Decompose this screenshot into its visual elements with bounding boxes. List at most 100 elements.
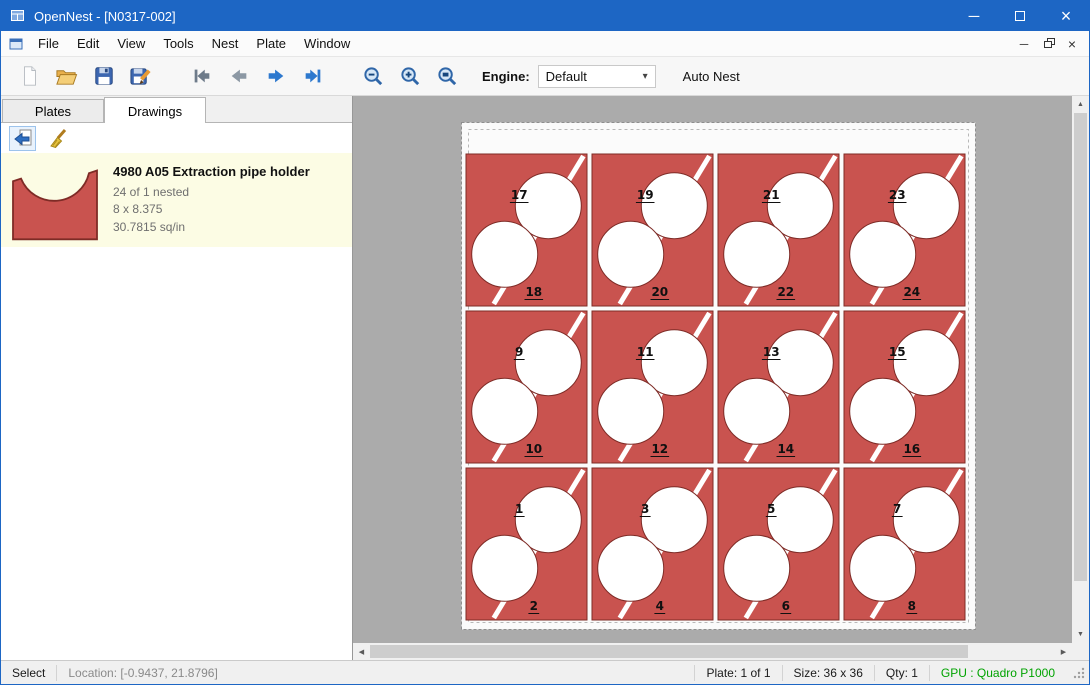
nest-cell[interactable]: 1112 xyxy=(592,311,713,463)
menu-item-window[interactable]: Window xyxy=(295,31,359,56)
mdi-restore-button[interactable] xyxy=(1036,33,1060,55)
zoom-in-button[interactable] xyxy=(392,60,429,92)
drawings-list xyxy=(1,247,352,660)
drawing-list-item[interactable]: 4980 A05 Extraction pipe holder 24 of 1 … xyxy=(1,153,352,247)
nest-canvas[interactable]: 171819202122232491011121314151612345678 … xyxy=(353,96,1089,660)
menubar: File Edit View Tools Nest Plate Window ─… xyxy=(1,31,1089,57)
go-next-icon xyxy=(265,65,287,87)
clean-button[interactable] xyxy=(44,126,71,151)
part-number: 6 xyxy=(782,599,790,613)
status-gpu: GPU : Quadro P1000 xyxy=(930,666,1066,680)
go-previous-icon xyxy=(228,65,250,87)
nest-cell[interactable]: 34 xyxy=(592,468,713,620)
new-button[interactable] xyxy=(11,60,48,92)
part-number: 24 xyxy=(903,285,920,299)
drawing-title: 4980 A05 Extraction pipe holder xyxy=(113,164,310,179)
hscroll-left-button[interactable]: ◀ xyxy=(353,643,370,660)
part-number: 7 xyxy=(893,502,901,516)
app-icon xyxy=(10,8,26,24)
window-title: OpenNest - [N0317-002] xyxy=(34,9,176,24)
maximize-icon xyxy=(1015,11,1025,21)
engine-combobox[interactable]: Default ▾ xyxy=(538,65,656,88)
mdi-restore-icon xyxy=(1044,38,1055,49)
menu-item-tools[interactable]: Tools xyxy=(154,31,202,56)
part-number: 20 xyxy=(651,285,668,299)
left-panel: Plates Drawings xyxy=(1,96,353,660)
part-number: 22 xyxy=(777,285,794,299)
part-number: 23 xyxy=(889,188,906,202)
part-number: 11 xyxy=(637,345,654,359)
combo-arrow-icon: ▾ xyxy=(643,71,648,82)
nest-cell[interactable]: 1718 xyxy=(466,154,587,306)
mdi-close-button[interactable]: × xyxy=(1060,33,1084,55)
save-button[interactable] xyxy=(85,60,122,92)
drawing-size: 8 x 8.375 xyxy=(113,201,310,218)
part-number: 3 xyxy=(641,502,649,516)
nest-cell[interactable]: 78 xyxy=(844,468,965,620)
status-qty: Qty: 1 xyxy=(875,666,929,680)
horizontal-scrollbar[interactable]: ◀ ▶ xyxy=(353,643,1072,660)
go-previous-button[interactable] xyxy=(220,60,257,92)
nest-cell[interactable]: 12 xyxy=(466,468,587,620)
save-edit-icon xyxy=(129,65,152,88)
tab-plates[interactable]: Plates xyxy=(2,99,104,122)
go-next-button[interactable] xyxy=(257,60,294,92)
menu-item-view[interactable]: View xyxy=(108,31,154,56)
part-number: 21 xyxy=(763,188,780,202)
part-number: 16 xyxy=(903,442,920,456)
vertical-scrollbar[interactable]: ▲ ▼ xyxy=(1072,96,1089,643)
zoom-fit-button[interactable] xyxy=(429,60,466,92)
nest-cell[interactable]: 56 xyxy=(718,468,839,620)
new-file-icon xyxy=(19,65,41,87)
auto-nest-button[interactable]: Auto Nest xyxy=(674,64,749,89)
go-last-icon xyxy=(302,65,324,87)
menu-item-nest[interactable]: Nest xyxy=(203,31,248,56)
engine-value: Default xyxy=(546,69,587,84)
open-button[interactable] xyxy=(48,60,85,92)
nest-cell[interactable]: 910 xyxy=(466,311,587,463)
vscroll-thumb[interactable] xyxy=(1074,113,1087,581)
part-number: 13 xyxy=(763,345,780,359)
panel-tabstrip: Plates Drawings xyxy=(1,96,352,123)
go-first-button[interactable] xyxy=(183,60,220,92)
part-number: 9 xyxy=(515,345,523,359)
resize-grip-icon xyxy=(1072,666,1086,680)
part-number: 8 xyxy=(908,599,916,613)
maximize-button[interactable] xyxy=(997,1,1043,31)
minimize-button[interactable]: ─ xyxy=(951,1,997,31)
part-number: 5 xyxy=(767,502,775,516)
menu-item-file[interactable]: File xyxy=(29,31,68,56)
hscroll-right-button[interactable]: ▶ xyxy=(1055,643,1072,660)
save-icon xyxy=(93,65,115,87)
nest-cell[interactable]: 23 24 xyxy=(844,154,965,306)
nest-cell[interactable]: 1516 xyxy=(844,311,965,463)
mdi-minimize-icon: ─ xyxy=(1020,37,1029,51)
menu-item-plate[interactable]: Plate xyxy=(247,31,295,56)
open-folder-icon xyxy=(55,65,78,88)
zoom-out-button[interactable] xyxy=(355,60,392,92)
part-number: 14 xyxy=(777,442,794,456)
part-number: 1 xyxy=(515,502,523,516)
go-last-button[interactable] xyxy=(294,60,331,92)
zoom-fit-icon xyxy=(436,65,459,88)
vscroll-up-button[interactable]: ▲ xyxy=(1072,96,1089,113)
menu-item-edit[interactable]: Edit xyxy=(68,31,108,56)
tab-drawings[interactable]: Drawings xyxy=(104,97,206,123)
statusbar: Select Location: [-0.9437, 21.8796] Plat… xyxy=(1,660,1089,684)
status-size: Size: 36 x 36 xyxy=(783,666,874,680)
nest-cell[interactable]: 1920 xyxy=(592,154,713,306)
plate-svg[interactable]: 171819202122232491011121314151612345678 xyxy=(461,122,976,630)
close-icon: × xyxy=(1061,6,1072,27)
part-shape xyxy=(13,171,97,240)
close-button[interactable]: × xyxy=(1043,1,1089,31)
nest-cell[interactable]: 13 14 xyxy=(718,311,839,463)
mdi-minimize-button[interactable]: ─ xyxy=(1012,33,1036,55)
nest-cell[interactable]: 21 22 xyxy=(718,154,839,306)
save-as-button[interactable] xyxy=(122,60,159,92)
resize-grip[interactable] xyxy=(1066,666,1089,680)
page-arrow-button[interactable] xyxy=(9,126,36,151)
vscroll-down-button[interactable]: ▼ xyxy=(1072,626,1089,643)
hscroll-thumb[interactable] xyxy=(370,645,968,658)
plate: 171819202122232491011121314151612345678 xyxy=(461,122,976,633)
part-number: 2 xyxy=(530,599,538,613)
